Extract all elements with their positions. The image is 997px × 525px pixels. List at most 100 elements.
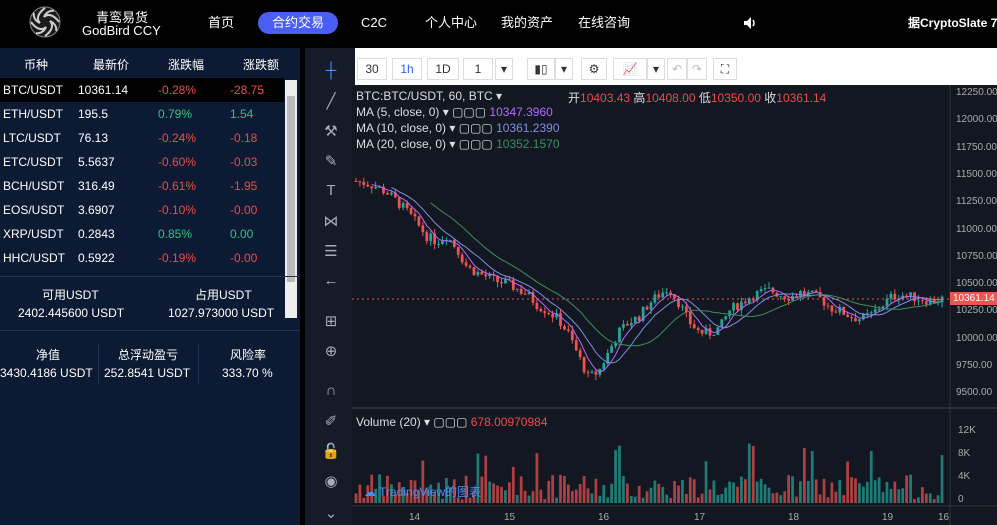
tradingview-watermark[interactable]: ☁ TradingView的图表 [364,483,481,500]
volume-bar [893,481,897,503]
measure-icon[interactable]: ☰ [320,242,342,262]
candle-body [865,313,869,315]
nav-home[interactable]: 首页 [208,12,234,34]
candle-body [417,216,421,226]
floating-pnl-label: 总浮动盈亏 [118,348,179,362]
last-price: 3.6907 [78,203,115,217]
back-arrow-icon[interactable]: ← [320,272,342,292]
market-row[interactable]: HHC/USDT 0.5922 -0.19% -0.00 [0,246,284,270]
crosshair-icon[interactable]: ┼ [320,62,342,82]
market-scroll-thumb[interactable] [287,96,295,282]
chart-area[interactable]: BTC:BTC/USDT, 60, BTC ▾ 开10403.43 高10408… [352,85,997,525]
volume-bar [500,486,503,503]
ma20-legend[interactable]: MA (20, close, 0) ▾ ▢▢▢ 10352.1570 [356,137,560,151]
interval-custom[interactable]: 1 [463,58,493,80]
candle-body [543,311,547,314]
volume-legend[interactable]: Volume (20) ▾ ▢▢▢ 678.00970984 [356,415,548,429]
expand-down-icon[interactable]: ⌄ [320,504,342,524]
indicators-dropdown-icon[interactable]: ▾ [647,58,665,80]
candle-body [920,300,924,302]
symbol-label[interactable]: BTC:BTC/USDT, 60, BTC ▾ [356,89,502,103]
pattern-icon[interactable]: ⋈ [320,212,342,232]
last-price: 195.5 [78,107,109,121]
price-tick: 11250.00 [956,196,997,208]
candle-body [858,319,861,322]
volume-bar [618,445,621,503]
undo-icon[interactable]: ↶ [667,58,687,80]
redo-icon[interactable]: ↷ [687,58,707,80]
settings-gear-icon[interactable]: ⚙ [581,58,607,80]
nav-my-assets[interactable]: 我的资产 [501,12,553,34]
pair-name: EOS/USDT [3,203,65,217]
lock-icon[interactable]: 🔓 [320,442,342,462]
volume-bar [574,489,578,503]
brush-icon[interactable]: ✎ [320,152,342,172]
interval-1d[interactable]: 1D [427,58,459,80]
market-row[interactable]: ETC/USDT 5.5637 -0.60% -0.03 [0,150,284,174]
lock-drawing-icon[interactable]: ✐ [320,412,342,432]
fib-tool-icon[interactable]: ⚒ [320,122,342,142]
candle-body [370,186,374,189]
price-tick: 12250.00 [956,87,997,98]
market-row[interactable]: EOS/USDT 3.6907 -0.10% -0.00 [0,198,284,222]
candle-body [830,305,834,312]
indicators-icon[interactable]: 📈 [613,58,647,80]
volume-bar [551,475,555,503]
interval-30[interactable]: 30 [357,58,387,80]
change-pct: -0.60% [158,155,197,169]
interval-1h[interactable]: 1h [392,58,422,80]
volume-bar [700,493,704,503]
price-chart[interactable] [352,85,997,525]
candle-body [594,371,598,375]
volume-bar [559,474,562,503]
volume-bar [531,491,535,503]
ma5-label: MA (5, close, 0) [356,105,440,119]
volume-bar [818,494,822,503]
logo-icon[interactable] [28,5,62,39]
market-row[interactable]: LTC/USDT 76.13 -0.24% -0.18 [0,126,284,150]
pair-name: XRP/USDT [3,227,64,241]
volume-bar [657,483,661,503]
nav-personal-center[interactable]: 个人中心 [425,12,477,34]
nav-contract-trading[interactable]: 合约交易 [258,12,339,34]
chart-type-dropdown-icon[interactable]: ▾ [555,58,573,80]
eye-icon[interactable]: ◉ [320,472,342,492]
open-label: 开 [568,91,581,105]
candle-type-icon[interactable]: ▮▯ [527,58,555,80]
candle-body [799,290,802,297]
news-ticker[interactable]: 据CryptoSlate 7月 [908,14,997,31]
change-amount: -28.75 [230,83,265,97]
ruler-icon[interactable]: ⊞ [320,312,342,332]
speaker-icon[interactable] [742,15,758,31]
market-row[interactable]: XRP/USDT 0.2843 0.85% 0.00 [0,222,284,246]
volume-bar [854,478,857,503]
text-tool-icon[interactable]: T [320,182,342,202]
equity-label: 净值 [36,348,61,362]
candle-body [476,271,480,275]
market-row[interactable]: BTC/USDT 10361.14 -0.28% -28.75 [0,78,284,102]
trendline-icon[interactable]: ╱ [320,92,342,112]
ma20-value: 10352.1570 [496,137,560,151]
change-amount: -0.03 [230,155,258,169]
change-pct: -0.10% [158,203,197,217]
watermark-text: TradingView的图表 [379,485,482,499]
candle-body [924,301,928,305]
nav-c2c[interactable]: C2C [361,12,387,34]
volume-bar [869,450,873,503]
interval-dropdown-icon[interactable]: ▾ [495,58,513,80]
market-row[interactable]: ETH/USDT 195.5 0.79% 1.54 [0,102,284,126]
magnet-icon[interactable]: ∩ [320,382,342,402]
volume-bar [484,455,488,503]
fullscreen-icon[interactable]: ⛶ [713,58,737,80]
candle-body [712,334,716,336]
market-row[interactable]: BCH/USDT 316.49 -0.61% -1.95 [0,174,284,198]
volume-bar [783,491,787,503]
zoom-in-icon[interactable]: ⊕ [320,342,342,362]
ma5-legend[interactable]: MA (5, close, 0) ▾ ▢▢▢ 10347.3960 [356,105,553,119]
ma10-legend[interactable]: MA (10, close, 0) ▾ ▢▢▢ 10361.2390 [356,121,560,135]
change-amount: -0.00 [230,203,258,217]
ma10-label: MA (10, close, 0) [356,121,447,135]
nav-online-consult[interactable]: 在线咨询 [578,12,630,34]
ma20-line [430,202,943,347]
candle-body [692,324,696,329]
